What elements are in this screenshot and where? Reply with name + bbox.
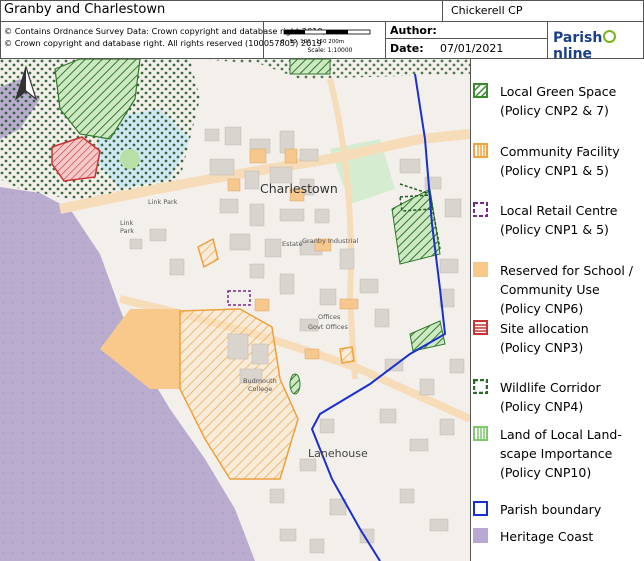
place-label-estate: Estate — [282, 240, 303, 248]
place-label-charlestown: Charlestown — [260, 181, 338, 196]
place-label-lanehouse: Lanehouse — [308, 447, 368, 460]
map-legend: Local Green Space (Policy CNP2 & 7) Commu… — [470, 59, 644, 561]
place-label-govt-offices: Govt Offices — [308, 323, 348, 331]
title-row: Granby and Charlestown Chickerell CP — [0, 0, 644, 22]
place-label-park: Park — [120, 227, 135, 235]
map-header: Granby and Charlestown Chickerell CP © C… — [0, 0, 644, 62]
place-label-link: Link — [120, 219, 134, 227]
map-canvas[interactable]: Charlestown Lanehouse Granby Industrial … — [0, 59, 470, 561]
parish-name: Chickerell CP — [451, 4, 523, 17]
place-label-offices: Offices — [318, 313, 341, 321]
parish-online-logo: Parishnline — [553, 30, 644, 62]
place-label-college: College — [248, 385, 273, 393]
place-label-granby-industrial: Granby Industrial — [302, 237, 359, 245]
place-label-link-park: Link Park — [148, 198, 178, 206]
place-label-budmouth: Budmouth — [243, 377, 277, 385]
